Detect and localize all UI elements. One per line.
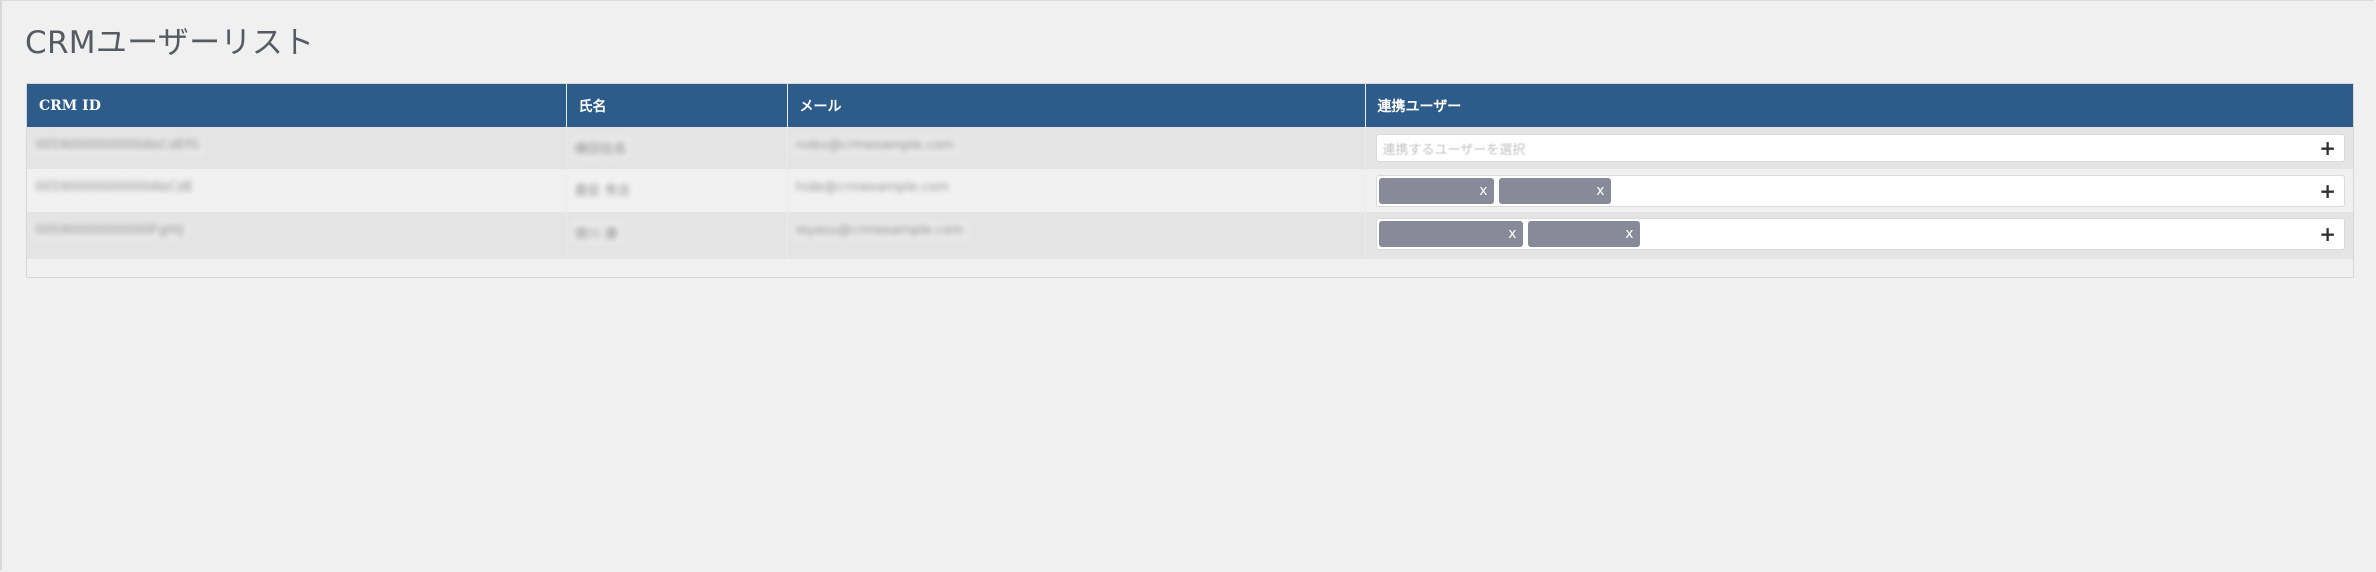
email-text: hide@crmexample.com [791,178,954,197]
remove-tag-button[interactable]: x [1596,183,1604,199]
linked-user-tag[interactable]: x [1378,221,1523,247]
column-header-crm-id: CRM ID [27,84,567,127]
add-linked-user-button[interactable]: + [2319,224,2336,244]
linked-user-picker[interactable]: x x + [1375,175,2345,207]
email-text: ieyasu@crmexample.com [791,221,968,240]
crm-user-table: CRM ID 氏名 メール 連携ユーザー 0059000000000AbCdEf… [26,83,2354,278]
cell-crm-id: 00590000000000AbCdE [27,169,567,212]
linked-user-picker[interactable]: x x + [1375,218,2345,250]
cell-email: ieyasu@crmexample.com [787,212,1366,259]
cell-name: 豊臣 秀吉 [566,169,788,212]
column-header-linked-user: 連携ユーザー [1365,84,2353,127]
cell-crm-id: 0059000000000AbCdEfG [27,127,567,169]
column-header-name: 氏名 [566,84,788,127]
add-linked-user-button[interactable]: + [2319,181,2336,201]
remove-tag-button[interactable]: x [1508,226,1516,242]
column-header-email: メール [787,84,1366,127]
crm-id-text: 0059000000000AbCdEfG [31,136,204,155]
cell-linked-user: x x + [1365,212,2353,259]
cell-name: 徳川 康 [566,212,788,259]
cell-linked-user: 連携するユーザーを選択 + [1365,127,2353,169]
table-row: 00590000000000AbCdE 豊臣 秀吉 hide@crmexampl… [27,169,2353,212]
cell-name: 織田信長 [566,127,788,169]
linked-user-placeholder: 連携するユーザーを選択 [1382,142,1526,158]
cell-crm-id: 00590000000000FgHiJ [27,212,567,259]
table-row: 00590000000000FgHiJ 徳川 康 ieyasu@crmexamp… [27,212,2353,259]
cell-email: nobu@crmexample.com [787,127,1366,169]
cell-linked-user: x x + [1365,169,2353,212]
remove-tag-button[interactable]: x [1479,183,1487,199]
linked-user-tag[interactable]: x [1378,178,1494,204]
name-text: 徳川 康 [570,221,622,244]
table-header-row: CRM ID 氏名 メール 連携ユーザー [27,84,2353,127]
remove-tag-button[interactable]: x [1625,226,1633,242]
linked-user-tag[interactable]: x [1527,221,1640,247]
add-linked-user-button[interactable]: + [2319,138,2336,158]
name-text: 豊臣 秀吉 [570,178,635,201]
name-text: 織田信長 [570,136,631,159]
crm-id-text: 00590000000000AbCdE [31,178,198,197]
linked-user-tag[interactable]: x [1498,178,1611,204]
page-title: CRMユーザーリスト [25,25,315,61]
cell-email: hide@crmexample.com [787,169,1366,212]
email-text: nobu@crmexample.com [791,136,958,155]
table-row: 0059000000000AbCdEfG 織田信長 nobu@crmexampl… [27,127,2353,169]
linked-user-picker[interactable]: 連携するユーザーを選択 + [1375,134,2345,162]
crm-id-text: 00590000000000FgHiJ [31,221,188,240]
